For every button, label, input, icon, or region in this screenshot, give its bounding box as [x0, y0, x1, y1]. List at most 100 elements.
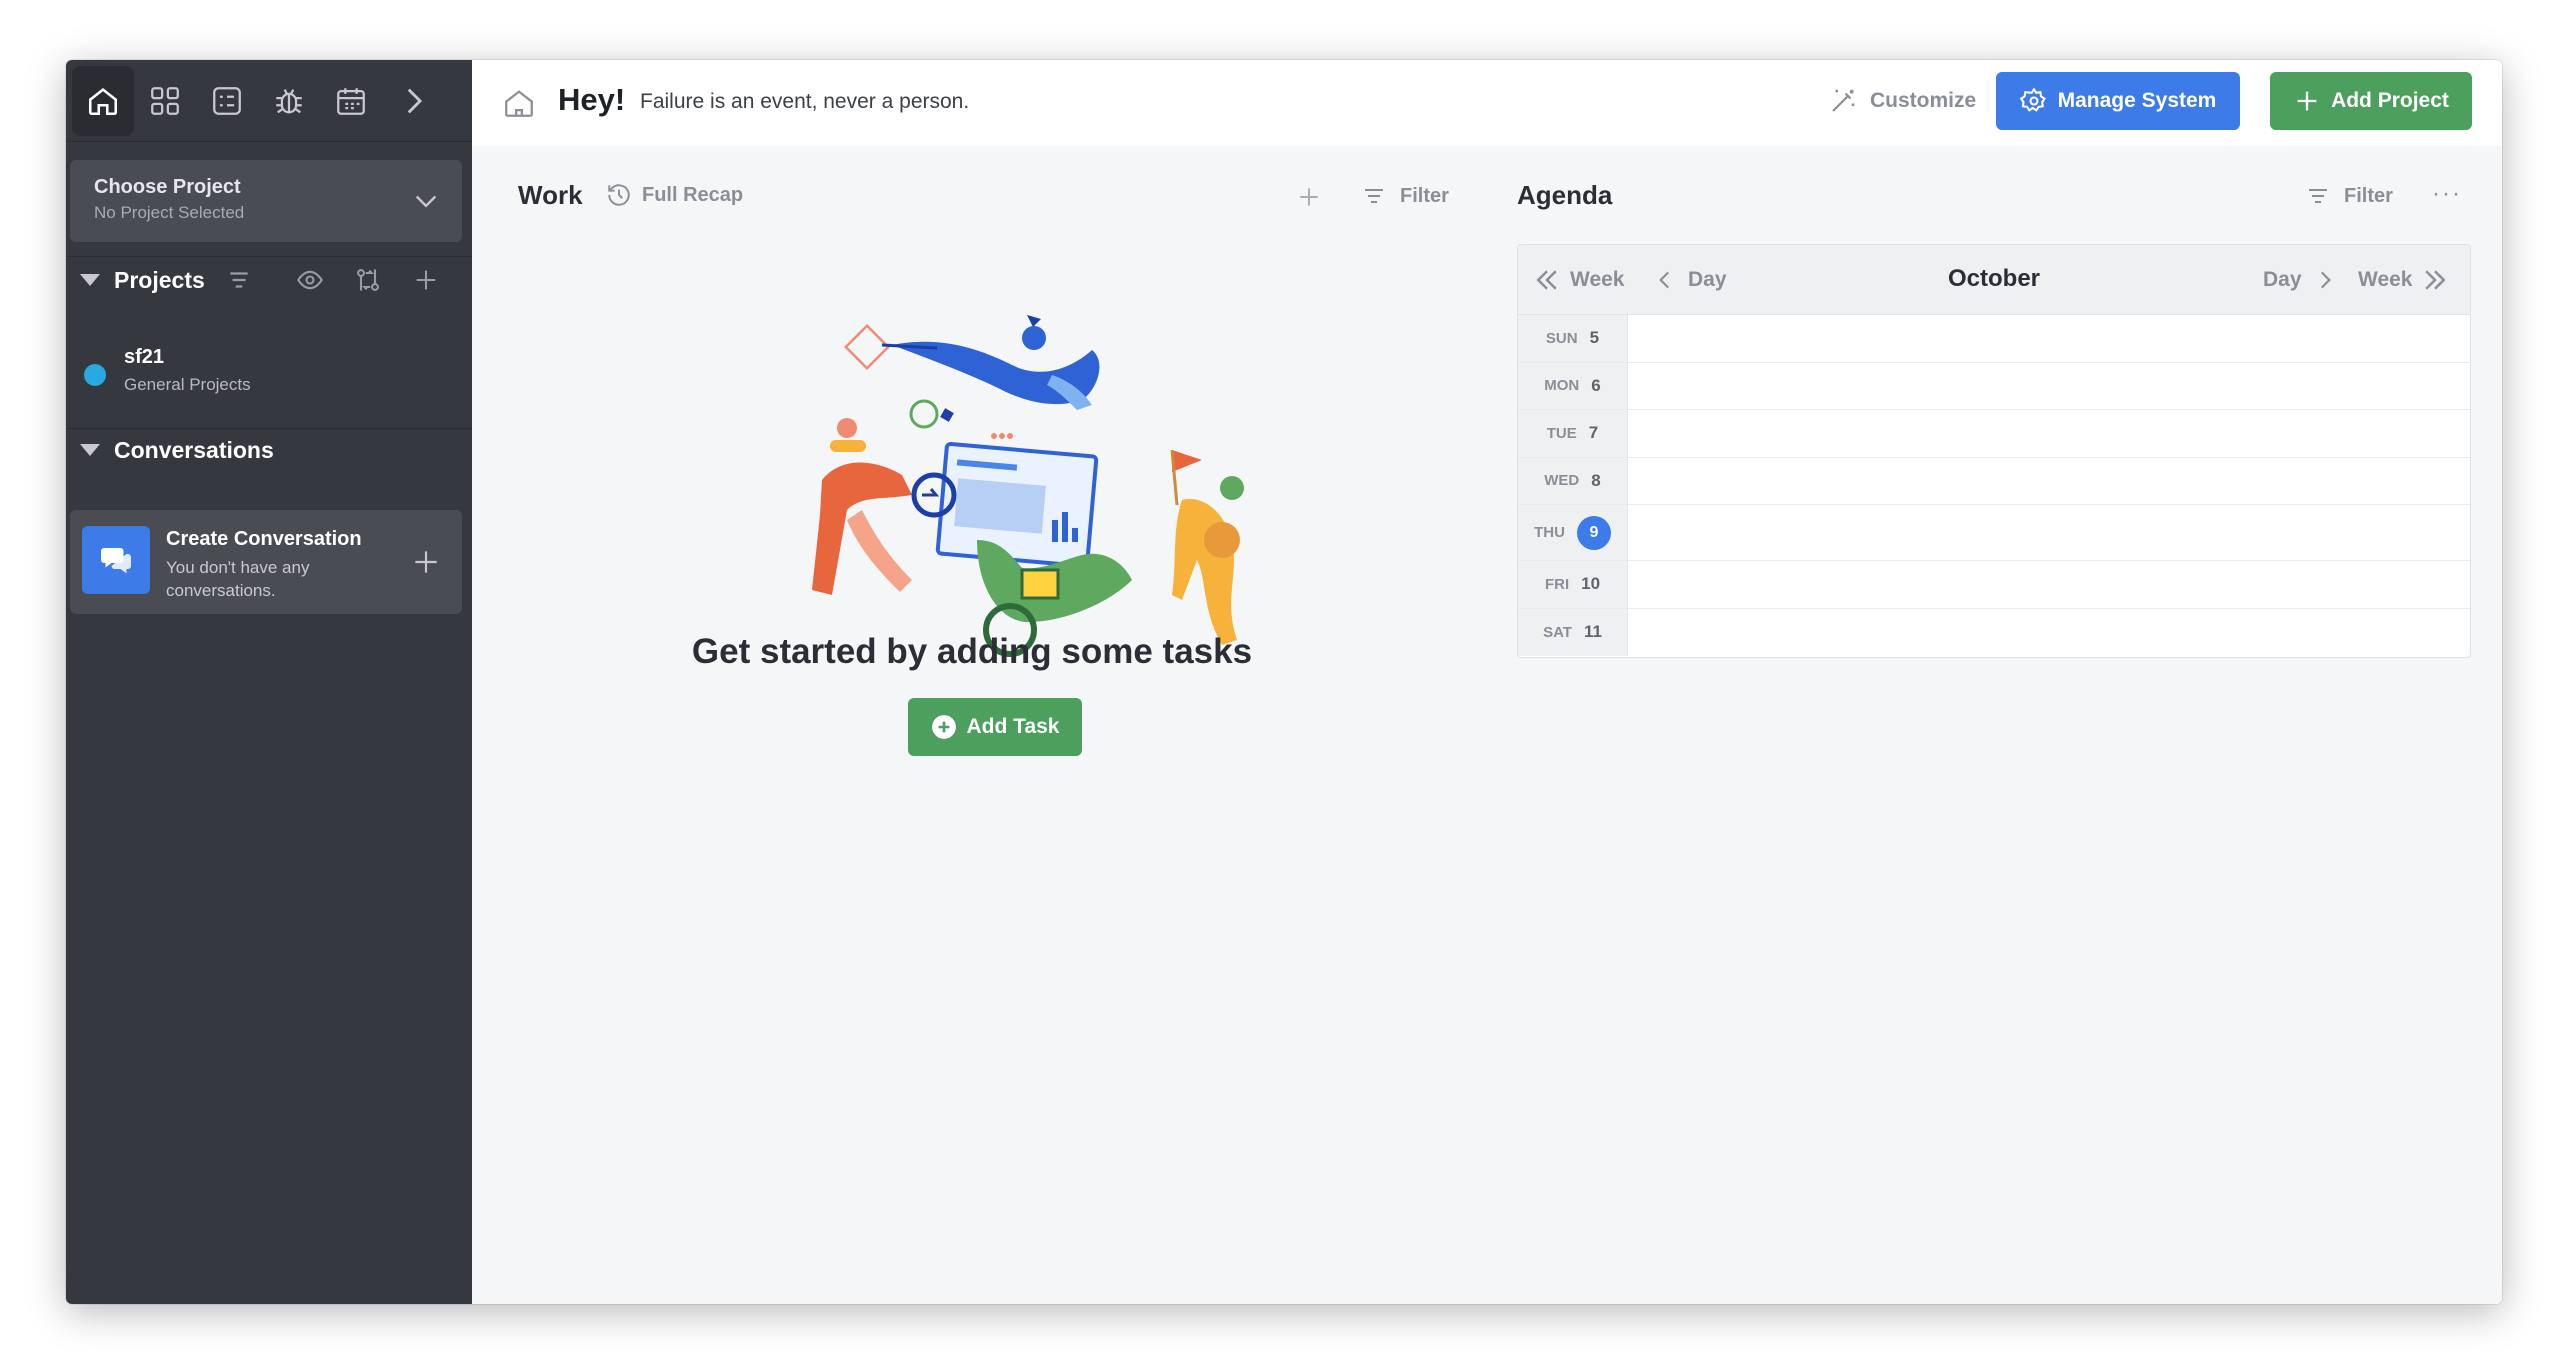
more-options-icon[interactable]: ···: [2432, 180, 2462, 208]
agenda-day-row[interactable]: MON 6: [1518, 362, 2470, 410]
agenda-day-row[interactable]: FRI 10: [1518, 561, 2470, 609]
gear-icon: [2019, 87, 2046, 112]
day-number: 10: [1581, 574, 1601, 594]
chat-bubble-icon: [82, 526, 150, 594]
day-label: FRI 10: [1518, 561, 1628, 608]
nav-bugs-tab[interactable]: [258, 66, 320, 136]
chevron-right-icon: [407, 88, 423, 113]
customize-button[interactable]: Customize: [1828, 86, 1976, 116]
day-number: 8: [1591, 470, 1601, 490]
empty-state-heading: Get started by adding some tasks: [691, 632, 1253, 671]
conversation-card-subtitle: You don't have any conversations.: [166, 558, 310, 600]
plus-icon: [2297, 91, 2317, 111]
day-events-cell[interactable]: [1628, 362, 2470, 409]
create-conversation-card[interactable]: Create Conversation You don't have any c…: [70, 510, 462, 614]
project-color-dot: [84, 364, 106, 386]
chevron-right-icon: [2320, 271, 2331, 289]
greeting: Hey!: [558, 82, 626, 117]
work-section-title: Work: [518, 180, 583, 210]
top-bar: Hey! Failure is an event, never a person…: [472, 60, 2502, 146]
agenda-filter-label: Filter: [2344, 184, 2393, 207]
sidebar-nav: [66, 60, 472, 142]
conversations-section-header[interactable]: Conversations: [66, 430, 472, 470]
full-recap-button[interactable]: Full Recap: [606, 182, 743, 208]
day-of-week: FRI: [1544, 575, 1570, 593]
add-project-button[interactable]: Add Project: [2270, 72, 2472, 130]
agenda-day-row-today[interactable]: THU 9: [1518, 505, 2470, 561]
sort-icon[interactable]: [226, 267, 252, 293]
motivational-quote: Failure is an event, never a person.: [640, 90, 970, 113]
day-of-week: SAT: [1543, 623, 1572, 641]
project-chooser[interactable]: Choose Project No Project Selected: [70, 160, 462, 242]
manage-system-button[interactable]: Manage System: [1996, 72, 2240, 130]
conversation-card-title: Create Conversation: [166, 528, 362, 550]
filter-icon: [1365, 189, 1383, 203]
agenda-day-row[interactable]: WED 8: [1518, 457, 2470, 505]
filter-icon: [2309, 189, 2327, 203]
work-filter-button[interactable]: Filter: [1360, 184, 1449, 208]
chooser-title: Choose Project: [94, 176, 241, 198]
add-task-label: Add Task: [966, 715, 1060, 738]
project-name: sf21: [124, 346, 165, 368]
day-number: 7: [1588, 423, 1599, 443]
home-icon[interactable]: [502, 86, 536, 120]
project-list-item[interactable]: sf21 General Projects: [84, 346, 251, 395]
nav-home-tab[interactable]: [72, 65, 134, 136]
project-subtitle: General Projects: [124, 375, 251, 394]
day-label: TUE 7: [1518, 410, 1628, 457]
home-icon: [88, 87, 118, 115]
plus-icon[interactable]: [412, 266, 440, 294]
next-day-button[interactable]: Day: [2263, 265, 2338, 295]
day-of-week: TUE: [1546, 424, 1577, 442]
sidebar-divider: [66, 428, 472, 429]
day-events-cell[interactable]: [1628, 457, 2470, 504]
day-of-week: THU: [1534, 524, 1565, 541]
history-icon: [608, 184, 630, 206]
agenda-filter-button[interactable]: Filter: [2304, 184, 2393, 208]
projects-section-header[interactable]: Projects: [66, 260, 472, 300]
day-of-week: WED: [1544, 472, 1580, 490]
day-events-cell[interactable]: [1628, 608, 2470, 656]
agenda-day-row[interactable]: TUE 7: [1518, 410, 2470, 458]
customize-label: Customize: [1870, 89, 1977, 112]
agenda-day-row[interactable]: SAT 11: [1518, 608, 2470, 656]
bug-icon: [276, 88, 302, 113]
day-number: 5: [1589, 328, 1600, 348]
checklist-icon: [213, 86, 241, 115]
next-week-button[interactable]: Week: [2358, 265, 2450, 295]
day-label: SUN 5: [1518, 315, 1628, 362]
agenda-day-row[interactable]: SUN 5: [1518, 315, 2470, 363]
nav-calendar-tab[interactable]: [320, 66, 382, 136]
nav-apps-tab[interactable]: [134, 66, 196, 136]
collapse-caret-icon[interactable]: [80, 444, 100, 456]
day-label: WED 8: [1518, 457, 1628, 504]
eye-icon[interactable]: [296, 266, 324, 294]
add-task-button[interactable]: Add Task: [908, 698, 1082, 756]
app-window: Choose Project No Project Selected Proje…: [66, 60, 2502, 1304]
git-compare-icon[interactable]: [354, 266, 382, 294]
nav-expand-tab[interactable]: [382, 66, 444, 136]
day-label: THU 9: [1518, 505, 1628, 560]
day-label: SAT 11: [1518, 608, 1628, 656]
day-events-cell[interactable]: [1628, 410, 2470, 457]
double-chevron-right-icon: [2425, 270, 2447, 290]
day-events-cell[interactable]: [1628, 561, 2470, 608]
day-events-cell[interactable]: [1628, 315, 2470, 362]
nav-tasks-tab[interactable]: [196, 66, 258, 136]
agenda-calendar: Week Day October Day Week SUN 5 MON 6 TU…: [1517, 244, 2471, 658]
sidebar: Choose Project No Project Selected Proje…: [66, 60, 472, 1304]
day-of-week: MON: [1544, 377, 1580, 395]
day-events-cell[interactable]: [1628, 505, 2470, 560]
manage-system-label: Manage System: [2057, 89, 2217, 112]
day-number: 6: [1591, 375, 1601, 395]
work-filter-label: Filter: [1400, 184, 1449, 207]
next-week-label: Week: [2358, 268, 2413, 291]
plus-circle-icon: [931, 715, 956, 739]
add-work-plus-icon[interactable]: [1296, 184, 1322, 210]
empty-state-illustration: [812, 315, 1244, 657]
collapse-caret-icon[interactable]: [80, 274, 100, 286]
projects-section-title: Projects: [114, 266, 205, 293]
plus-icon[interactable]: [410, 546, 442, 578]
conversations-section-title: Conversations: [114, 436, 274, 463]
main-content: Hey! Failure is an event, never a person…: [472, 60, 2502, 1304]
